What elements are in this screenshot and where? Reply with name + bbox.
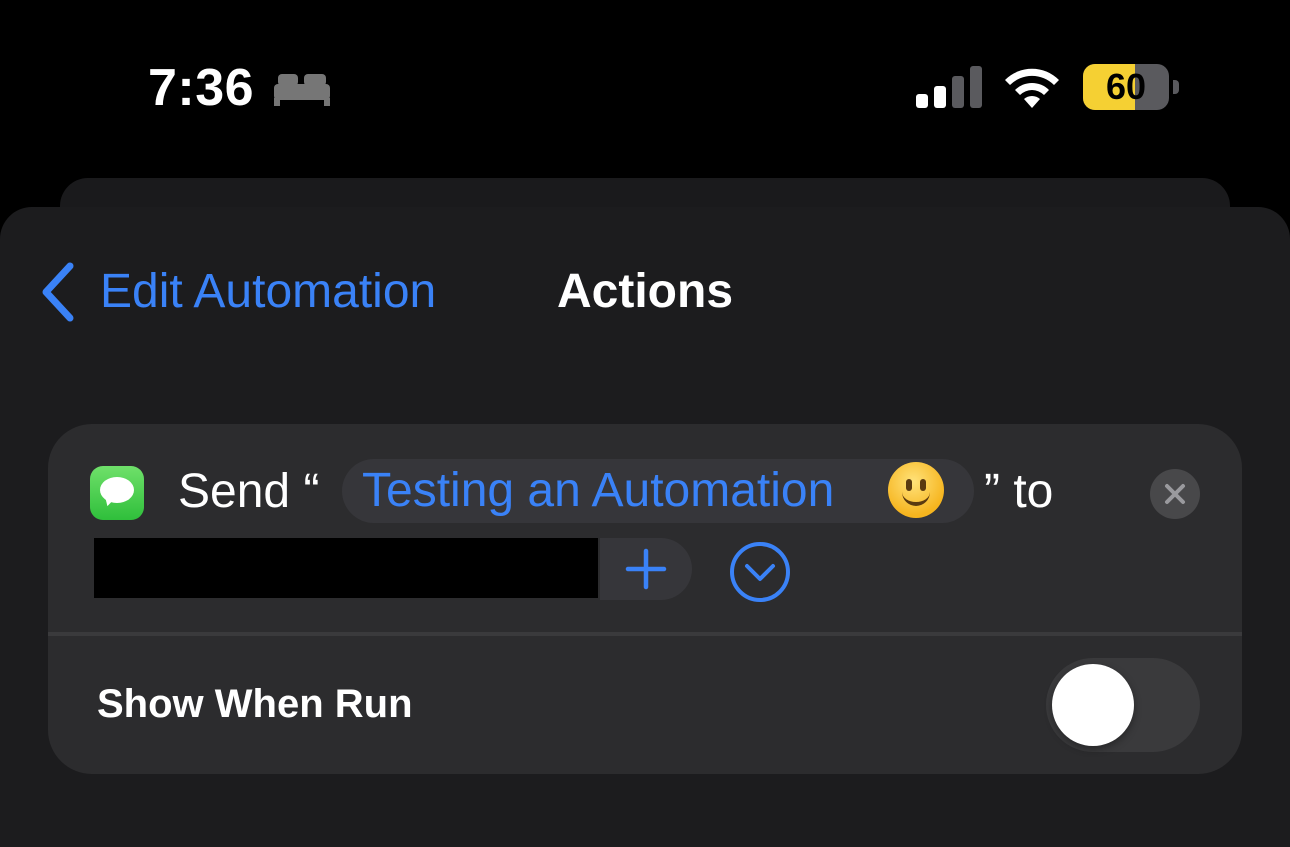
add-recipient-button[interactable] [600, 538, 692, 600]
battery-indicator: 60 [1083, 64, 1181, 110]
show-when-run-toggle[interactable] [1046, 658, 1200, 752]
toggle-knob[interactable] [1052, 664, 1134, 746]
page-title: Actions [557, 265, 734, 318]
wifi-icon [1005, 68, 1059, 108]
battery-level: 60 [1105, 66, 1147, 107]
back-button[interactable]: Edit Automation [100, 262, 436, 322]
status-time: 7:36 [148, 59, 255, 117]
back-chevron-icon[interactable] [38, 262, 78, 322]
send-message-action-card: Send “ Testing an Automation ” to Show W… [48, 424, 1242, 774]
plus-icon [625, 548, 667, 590]
message-text-token[interactable]: Testing an Automation [342, 459, 974, 523]
recipient-redacted [94, 538, 598, 598]
expand-chevron-down-icon[interactable] [728, 540, 792, 604]
slightly-smiling-face-icon [888, 462, 944, 518]
message-text[interactable]: Testing an Automation [362, 461, 834, 521]
bed-icon [274, 74, 330, 106]
remove-action-button[interactable] [1150, 469, 1200, 519]
cellular-signal-icon [916, 66, 982, 108]
card-divider [48, 632, 1242, 636]
action-prefix: Send “ [178, 465, 320, 518]
battery-nub [1173, 80, 1179, 94]
show-when-run-label: Show When Run [97, 682, 413, 726]
messages-icon [90, 466, 144, 520]
action-suffix: ” to [984, 465, 1054, 518]
close-icon [1165, 484, 1185, 504]
